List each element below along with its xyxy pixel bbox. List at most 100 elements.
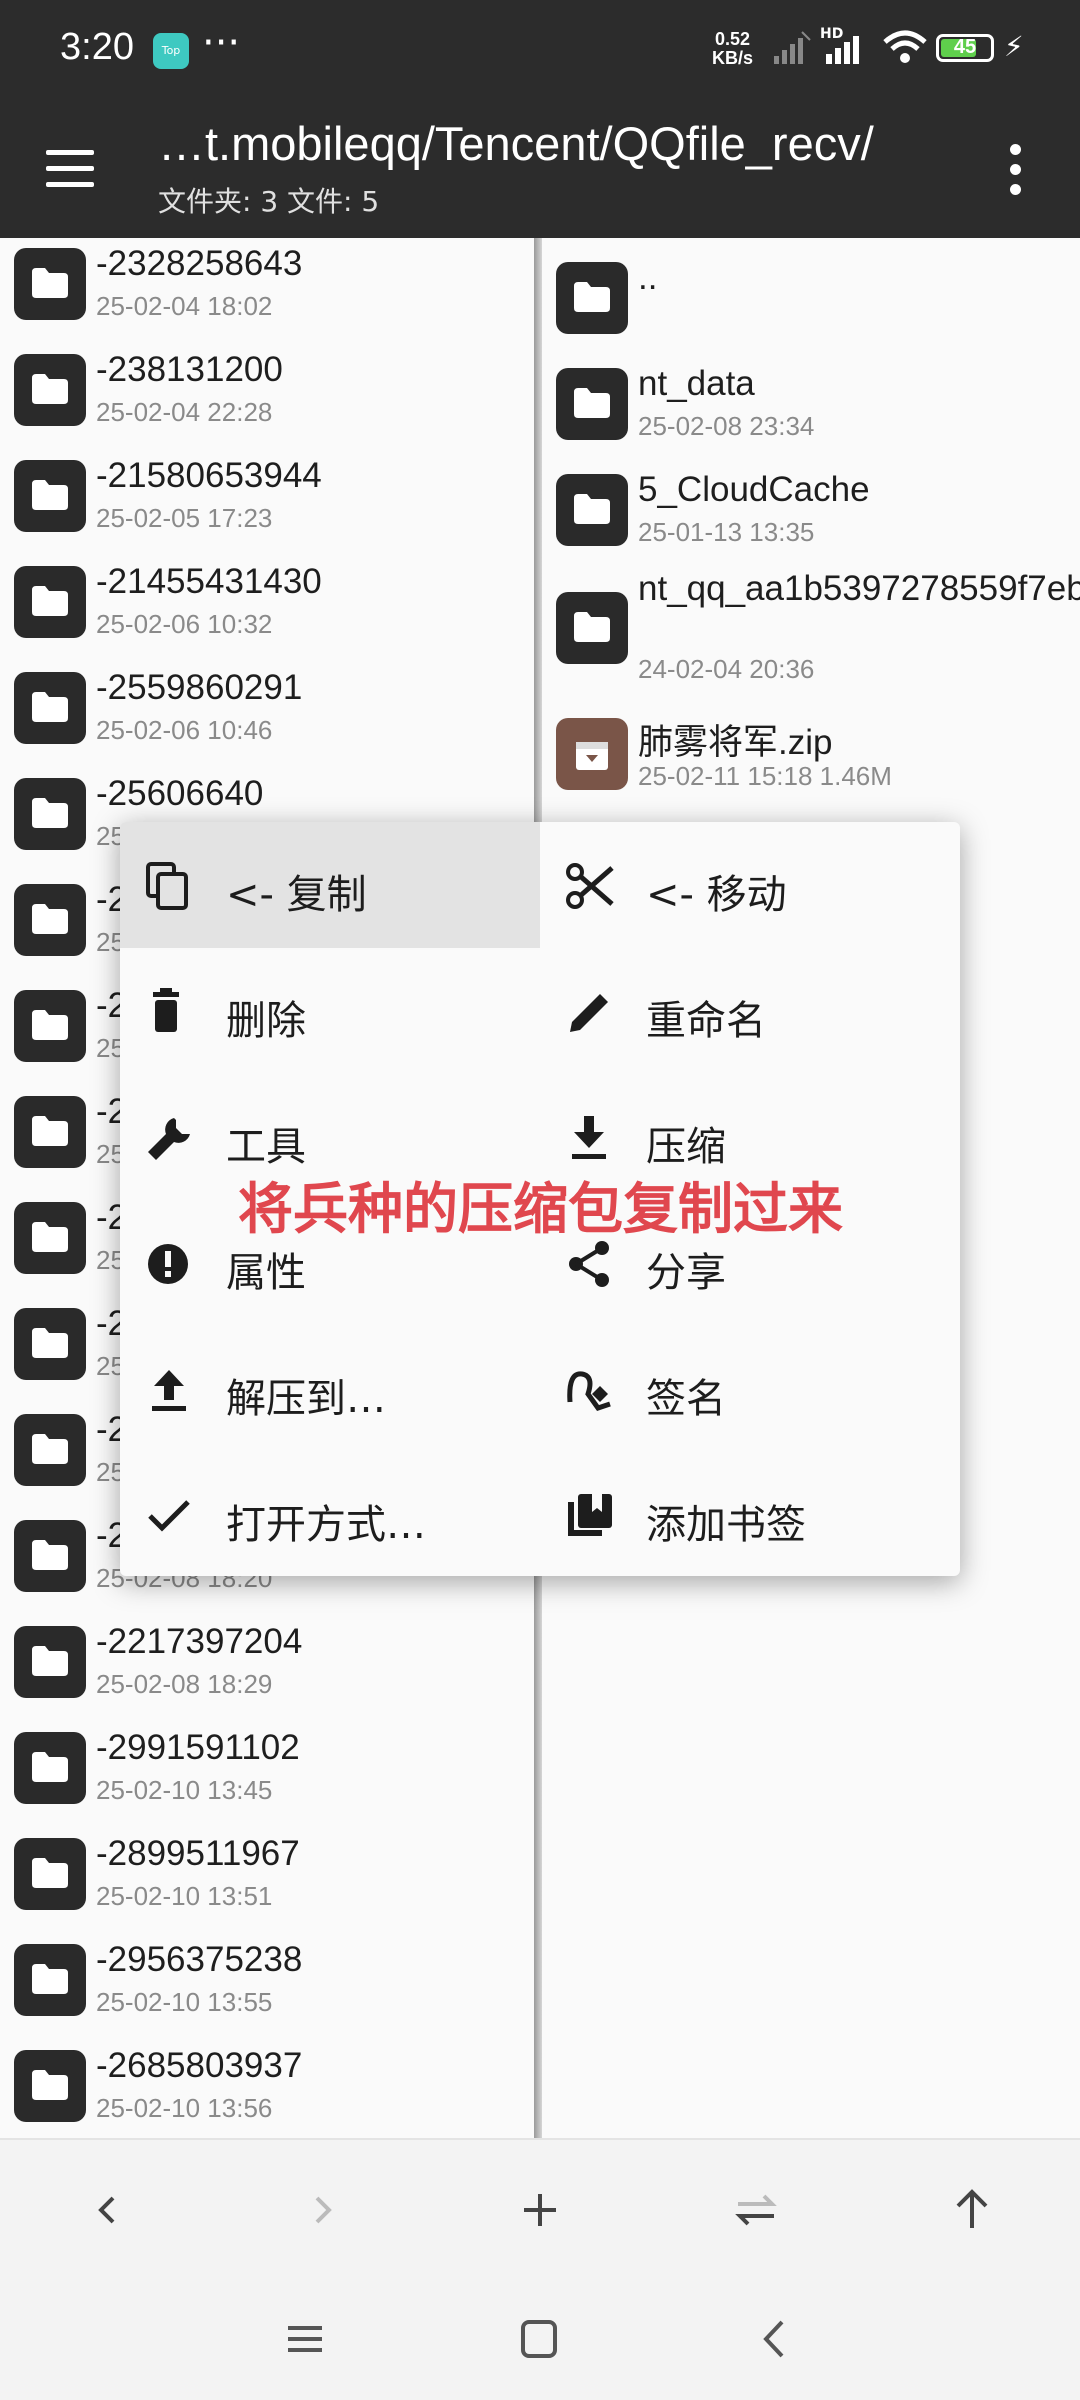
scissors-icon bbox=[566, 863, 614, 909]
list-item[interactable]: -2685803937 25-02-10 13:56 bbox=[0, 2040, 534, 2138]
file-name: -2217397204 bbox=[96, 1622, 303, 1661]
check-icon bbox=[148, 1500, 190, 1532]
current-path: …t.mobileqq/Tencent/QQfile_recv/ bbox=[158, 117, 874, 170]
file-name: -21580653944 bbox=[96, 456, 322, 495]
folder-icon bbox=[14, 1308, 86, 1380]
swap-icon[interactable] bbox=[726, 2180, 786, 2240]
overflow-menu-icon[interactable] bbox=[1000, 140, 1032, 200]
folder-icon bbox=[14, 672, 86, 744]
menu-label: <- 复制 bbox=[226, 872, 367, 918]
folder-icon bbox=[14, 1838, 86, 1910]
bottom-toolbar bbox=[0, 2138, 1080, 2278]
file-name: -25606640 bbox=[96, 774, 264, 813]
list-item[interactable]: 5_CloudCache 25-01-13 13:35 bbox=[542, 464, 1080, 570]
list-item[interactable]: 肺雾将军.zip 25-02-11 15:18 1.46M bbox=[542, 708, 1080, 814]
menu-label: 签名 bbox=[646, 1376, 726, 1422]
share-icon bbox=[569, 1241, 609, 1287]
list-item[interactable]: -2217397204 25-02-08 18:29 bbox=[0, 1616, 534, 1722]
status-time: 3:20 bbox=[60, 26, 134, 68]
trash-icon bbox=[153, 988, 179, 1032]
file-date: 24-02-04 20:36 bbox=[638, 654, 815, 684]
file-date: 25-02-06 10:32 bbox=[96, 609, 273, 639]
list-item[interactable]: nt_qq_aa1b5397278559f7ebd56ebc4af648af 24… bbox=[542, 569, 1080, 700]
file-name: -2991591102 bbox=[96, 1728, 300, 1767]
menu-label: 分享 bbox=[646, 1250, 726, 1296]
file-name: -238131200 bbox=[96, 350, 283, 389]
file-name: -2899511967 bbox=[96, 1834, 300, 1873]
charging-icon: ⚡ bbox=[1004, 30, 1024, 63]
file-date: 25-02-11 15:18 1.46M bbox=[638, 761, 892, 791]
folder-icon bbox=[14, 566, 86, 638]
menu-item-move[interactable]: <- 移动 bbox=[540, 822, 960, 948]
list-item-parent-dir[interactable]: .. bbox=[542, 252, 1080, 358]
menu-label: 删除 bbox=[226, 998, 306, 1044]
file-date: 25-02-10 13:55 bbox=[96, 1987, 273, 2017]
list-item[interactable]: nt_data 25-02-08 23:34 bbox=[542, 358, 1080, 464]
list-item[interactable]: -2899511967 25-02-10 13:51 bbox=[0, 1828, 534, 1934]
battery-level: 45 bbox=[953, 36, 977, 58]
file-name: nt_qq_aa1b5397278559f7ebd56ebc4af648af bbox=[638, 569, 1080, 608]
file-name: -2328258643 bbox=[96, 244, 303, 283]
folder-icon bbox=[14, 248, 86, 320]
hamburger-menu-icon[interactable] bbox=[42, 144, 98, 194]
signal-sim1-icon bbox=[774, 31, 811, 64]
menu-item-copy[interactable]: <- 复制 bbox=[120, 822, 540, 948]
folder-icon bbox=[14, 1520, 86, 1592]
pencil-icon bbox=[570, 994, 608, 1032]
signature-icon bbox=[567, 1371, 611, 1411]
menu-label: 属性 bbox=[226, 1250, 306, 1296]
menu-item-sign[interactable]: 签名 bbox=[540, 1326, 960, 1452]
menu-item-open-with[interactable]: 打开方式… bbox=[120, 1452, 540, 1578]
list-item[interactable]: -21455431430 25-02-06 10:32 bbox=[0, 556, 534, 662]
home-icon[interactable] bbox=[515, 2316, 565, 2362]
system-nav-bar bbox=[0, 2276, 1080, 2400]
file-name: .. bbox=[638, 258, 658, 297]
wrench-icon bbox=[148, 1118, 190, 1160]
signal-sim2-icon bbox=[826, 36, 859, 64]
battery-icon: 45 bbox=[936, 34, 994, 62]
list-item[interactable]: -21580653944 25-02-05 17:23 bbox=[0, 450, 534, 556]
file-date: 25-02-08 18:29 bbox=[96, 1669, 273, 1699]
arrow-up-icon[interactable] bbox=[942, 2180, 1002, 2240]
file-date: 25-02-10 13:51 bbox=[96, 1881, 273, 1911]
plus-icon[interactable] bbox=[510, 2180, 570, 2240]
menu-item-rename[interactable]: 重命名 bbox=[540, 948, 960, 1074]
menu-label: 添加书签 bbox=[646, 1502, 806, 1548]
file-name: -2559860291 bbox=[96, 668, 303, 707]
list-item[interactable]: -238131200 25-02-04 22:28 bbox=[0, 344, 534, 450]
folder-icon bbox=[556, 262, 628, 334]
folder-icon bbox=[14, 1096, 86, 1168]
app-notification-icon: Top bbox=[153, 33, 189, 69]
file-name: 5_CloudCache bbox=[638, 470, 870, 509]
list-item[interactable]: -2991591102 25-02-10 13:45 bbox=[0, 1722, 534, 1828]
chevron-right-icon[interactable] bbox=[293, 2180, 353, 2240]
file-name: nt_data bbox=[638, 364, 755, 403]
folder-icon bbox=[14, 884, 86, 956]
menu-item-bookmark[interactable]: 添加书签 bbox=[540, 1452, 960, 1578]
wifi-icon bbox=[883, 30, 927, 63]
chevron-left-icon[interactable] bbox=[77, 2180, 137, 2240]
menu-item-extract[interactable]: 解压到… bbox=[120, 1326, 540, 1452]
file-date: 25-02-05 17:23 bbox=[96, 503, 273, 533]
back-icon[interactable] bbox=[750, 2316, 800, 2362]
menu-label: <- 移动 bbox=[646, 872, 787, 918]
folder-icon bbox=[14, 1202, 86, 1274]
file-date: 25-02-08 23:34 bbox=[638, 411, 815, 441]
archive-icon bbox=[556, 718, 628, 790]
menu-label: 重命名 bbox=[646, 998, 766, 1044]
folder-icon bbox=[14, 1944, 86, 2016]
download-icon bbox=[572, 1116, 606, 1159]
list-item[interactable]: -2956375238 25-02-10 13:55 bbox=[0, 1934, 534, 2040]
annotation-text: 将兵种的压缩包复制过来 bbox=[238, 1177, 844, 1241]
folder-icon bbox=[14, 354, 86, 426]
bookmarks-icon bbox=[568, 1494, 612, 1536]
folder-icon bbox=[14, 990, 86, 1062]
menu-item-delete[interactable]: 删除 bbox=[120, 948, 540, 1074]
list-item[interactable]: -2559860291 25-02-06 10:46 bbox=[0, 662, 534, 768]
list-item[interactable]: -2328258643 25-02-04 18:02 bbox=[0, 238, 534, 344]
menu-label: 打开方式… bbox=[226, 1502, 426, 1548]
folder-icon bbox=[14, 1732, 86, 1804]
net-speed-value: 0.52 bbox=[714, 29, 751, 49]
folder-icon bbox=[14, 2050, 86, 2122]
recents-icon[interactable] bbox=[280, 2316, 330, 2362]
